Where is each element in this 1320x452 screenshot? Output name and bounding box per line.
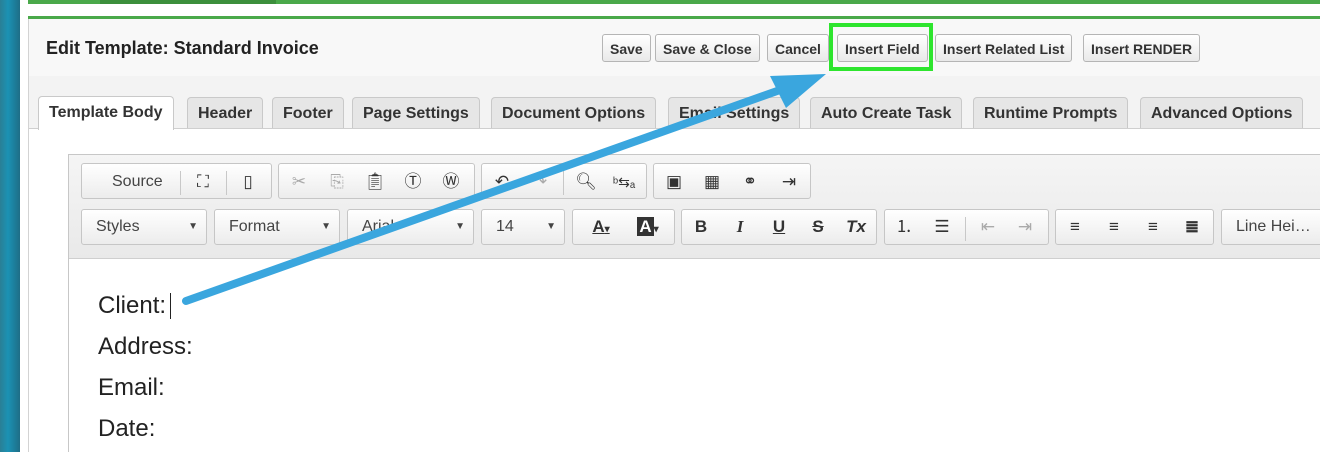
annotation-arrow-head [770, 74, 826, 108]
annotation-arrow-shaft [182, 86, 784, 305]
tab-template-body[interactable]: Template Body [38, 96, 174, 130]
annotation-arrow [182, 74, 826, 305]
